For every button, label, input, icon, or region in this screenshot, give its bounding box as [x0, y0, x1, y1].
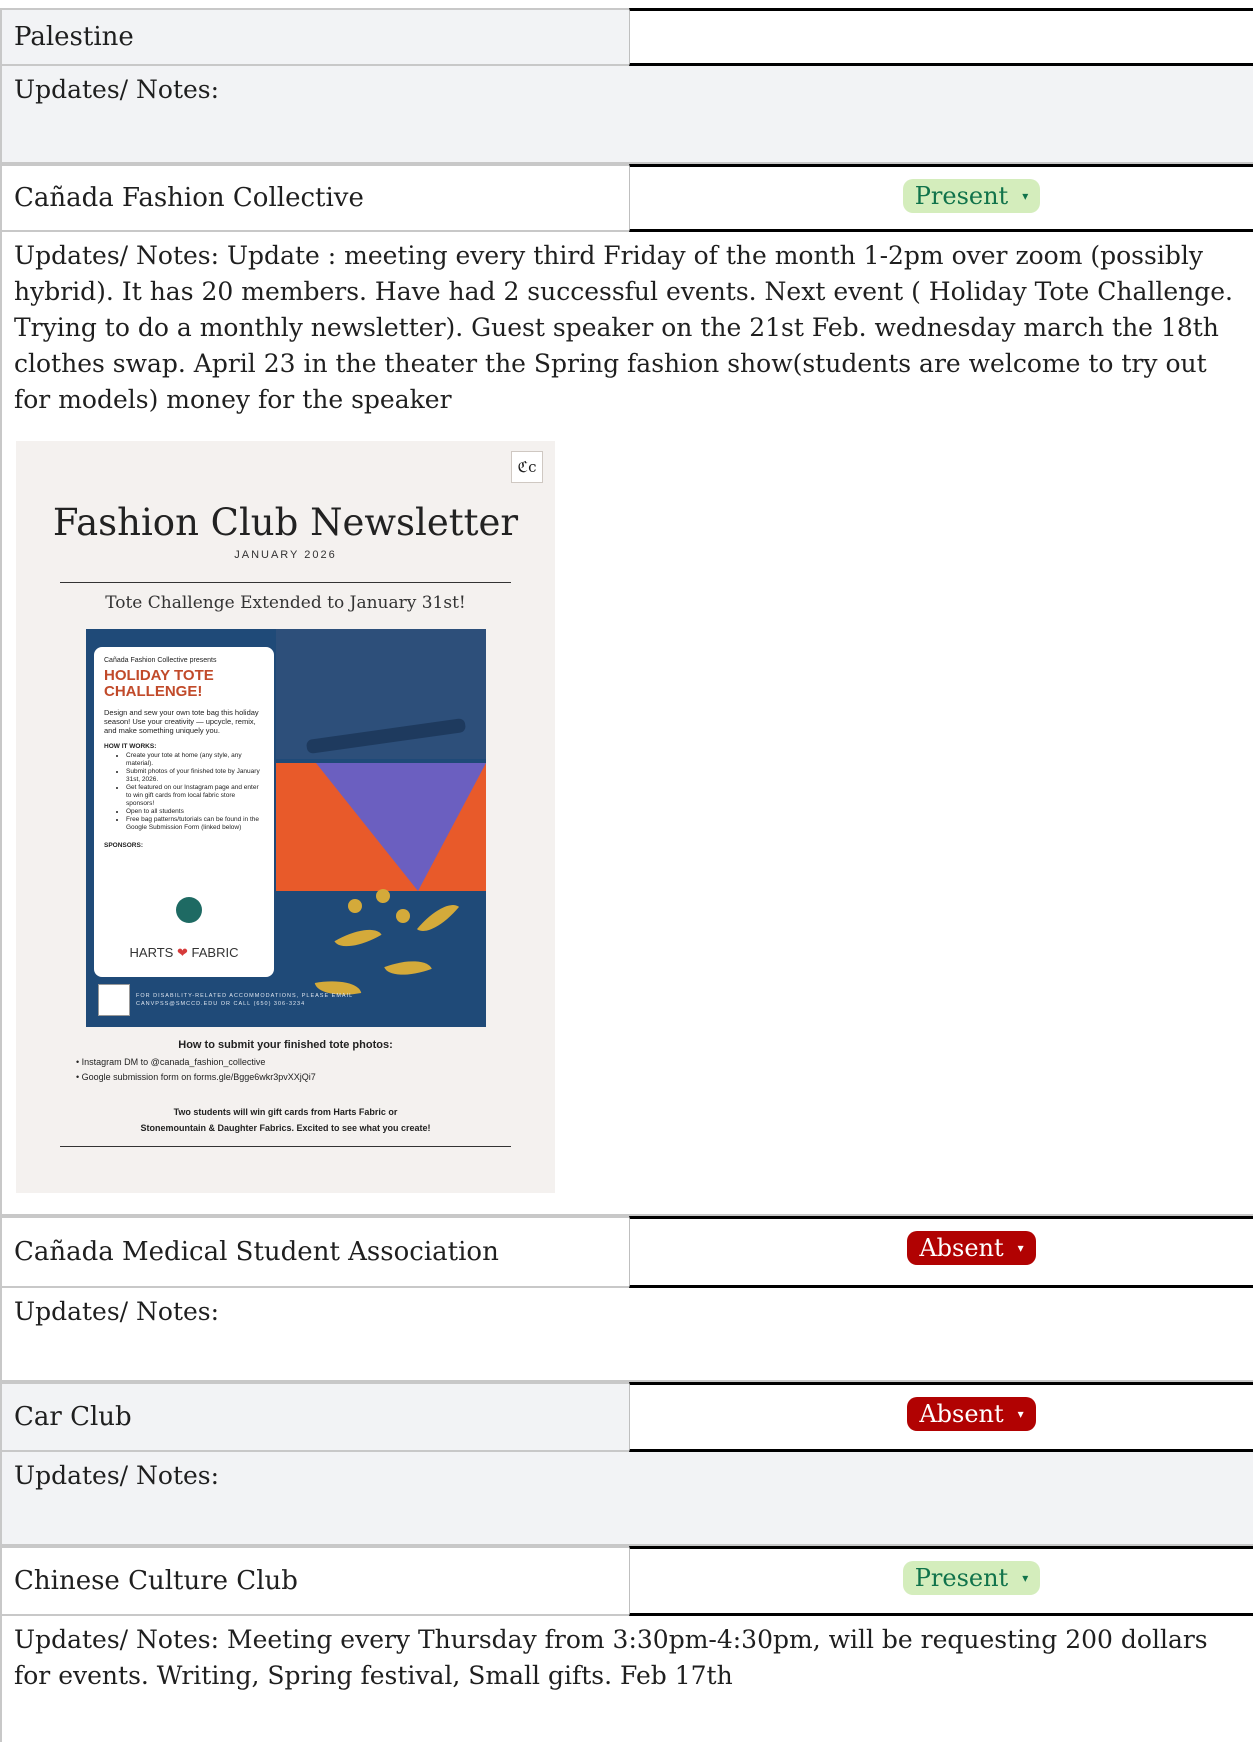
chevron-down-icon: ▾ — [1022, 189, 1029, 203]
tote-challenge-flyer: Cañada Fashion Collective presents HOLID… — [86, 629, 486, 1027]
submit-heading: How to submit your finished tote photos: — [178, 1039, 393, 1051]
status-label: Absent — [919, 1234, 1004, 1262]
leaf-decoration — [384, 952, 432, 984]
divider — [60, 1146, 511, 1147]
berry-decoration — [348, 899, 362, 913]
chevron-down-icon: ▾ — [1017, 1241, 1024, 1255]
club-header-medical-student-association: Cañada Medical Student Association Absen… — [0, 1216, 1253, 1288]
leaf-decoration — [334, 919, 382, 957]
sponsor-seal — [176, 897, 202, 923]
closing-line: Two students will win gift cards from Ha… — [173, 1107, 398, 1117]
flyer-card: Cañada Fashion Collective presents HOLID… — [94, 647, 274, 977]
list-item: Open to all students — [126, 808, 264, 816]
list-item: Create your tote at home (any style, any… — [126, 752, 264, 768]
divider — [60, 582, 511, 583]
status-cell[interactable] — [629, 8, 1253, 66]
status-label: Absent — [919, 1400, 1004, 1428]
status-cell: Present ▾ — [629, 164, 1253, 232]
how-it-works-list: Create your tote at home (any style, any… — [104, 752, 264, 832]
club-header-palestine: Palestine — [0, 8, 1253, 66]
status-label: Present — [914, 182, 1009, 210]
newsletter-image: ℭc Fashion Club Newsletter JANUARY 2026 … — [16, 441, 555, 1193]
club-name: Chinese Culture Club — [2, 1546, 629, 1616]
club-notes[interactable]: Updates/ Notes: — [0, 1452, 1253, 1546]
club-header-fashion-collective: Cañada Fashion Collective Present ▾ — [0, 164, 1253, 232]
list-item: Free bag patterns/tutorials can be found… — [126, 816, 264, 832]
submit-item-text: Instagram DM to @canada_fashion_collecti… — [81, 1057, 266, 1067]
status-cell: Absent ▾ — [629, 1216, 1253, 1288]
card-presenter: Cañada Fashion Collective presents — [104, 657, 217, 664]
chevron-down-icon: ▾ — [1022, 1571, 1029, 1585]
footer-line: CANVPSS@SMCCD.EDU OR CALL (650) 306-3234 — [136, 1001, 306, 1007]
submit-item: • Instagram DM to @canada_fashion_collec… — [76, 1057, 266, 1067]
accommodations-note: FOR DISABILITY-RELATED ACCOMMODATIONS, P… — [136, 992, 353, 1008]
club-name: Cañada Medical Student Association — [2, 1216, 629, 1288]
list-item: Submit photos of your finished tote by J… — [126, 768, 264, 784]
newsletter-title: Fashion Club Newsletter — [52, 501, 519, 544]
newsletter-subtitle: Tote Challenge Extended to January 31st! — [105, 593, 466, 613]
sponsor-name-left: HARTS — [129, 945, 174, 960]
sponsors-label: SPONSORS: — [104, 842, 144, 849]
berry-decoration — [396, 909, 410, 923]
closing-line: Stonemountain & Daughter Fabrics. Excite… — [140, 1123, 431, 1133]
status-dropdown[interactable]: Absent ▾ — [907, 1397, 1036, 1431]
club-name: Cañada Fashion Collective — [2, 164, 629, 232]
club-name: Palestine — [2, 8, 629, 66]
heart-icon: ❤ — [176, 945, 188, 960]
newsletter-month: JANUARY 2026 — [234, 549, 337, 561]
chevron-down-icon: ▾ — [1017, 1407, 1024, 1421]
leaf-decoration — [416, 895, 460, 941]
status-cell: Present ▾ — [629, 1546, 1253, 1616]
status-cell: Absent ▾ — [629, 1382, 1253, 1452]
card-description: Design and sew your own tote bag this ho… — [104, 708, 259, 735]
college-seal — [98, 984, 130, 1016]
club-name: Car Club — [2, 1382, 629, 1452]
club-notes[interactable]: Updates/ Notes: Meeting every Thursday f… — [0, 1616, 1253, 1742]
club-notes[interactable]: Updates/ Notes: — [0, 66, 1253, 164]
club-logo: ℭc — [511, 451, 543, 483]
tote-bag-photo-blue — [276, 629, 486, 759]
submit-item: • Google submission form on forms.gle/Bg… — [76, 1072, 316, 1082]
card-title: HOLIDAY TOTE CHALLENGE! — [104, 667, 214, 700]
status-dropdown[interactable]: Present ▾ — [902, 1561, 1041, 1595]
status-dropdown[interactable]: Present ▾ — [902, 179, 1041, 213]
notes-text: Updates/ Notes: Update : meeting every t… — [14, 241, 1233, 414]
club-notes[interactable]: Updates/ Notes: — [0, 1288, 1253, 1382]
tote-bag-photo-pattern — [276, 763, 486, 891]
how-it-works-label: HOW IT WORKS: — [104, 743, 157, 750]
club-header-chinese-culture-club: Chinese Culture Club Present ▾ — [0, 1546, 1253, 1616]
harts-fabric-logo: HARTS ❤ FABRIC — [94, 945, 274, 961]
status-label: Present — [914, 1564, 1009, 1592]
list-item: Get featured on our Instagram page and e… — [126, 784, 264, 808]
submit-item-text: Google submission form on forms.gle/Bgge… — [81, 1072, 316, 1082]
footer-line: FOR DISABILITY-RELATED ACCOMMODATIONS, P… — [136, 993, 354, 999]
club-header-car-club: Car Club Absent ▾ — [0, 1382, 1253, 1452]
sponsor-name-right: FABRIC — [191, 945, 239, 960]
berry-decoration — [376, 889, 390, 903]
status-dropdown[interactable]: Absent ▾ — [907, 1231, 1036, 1265]
